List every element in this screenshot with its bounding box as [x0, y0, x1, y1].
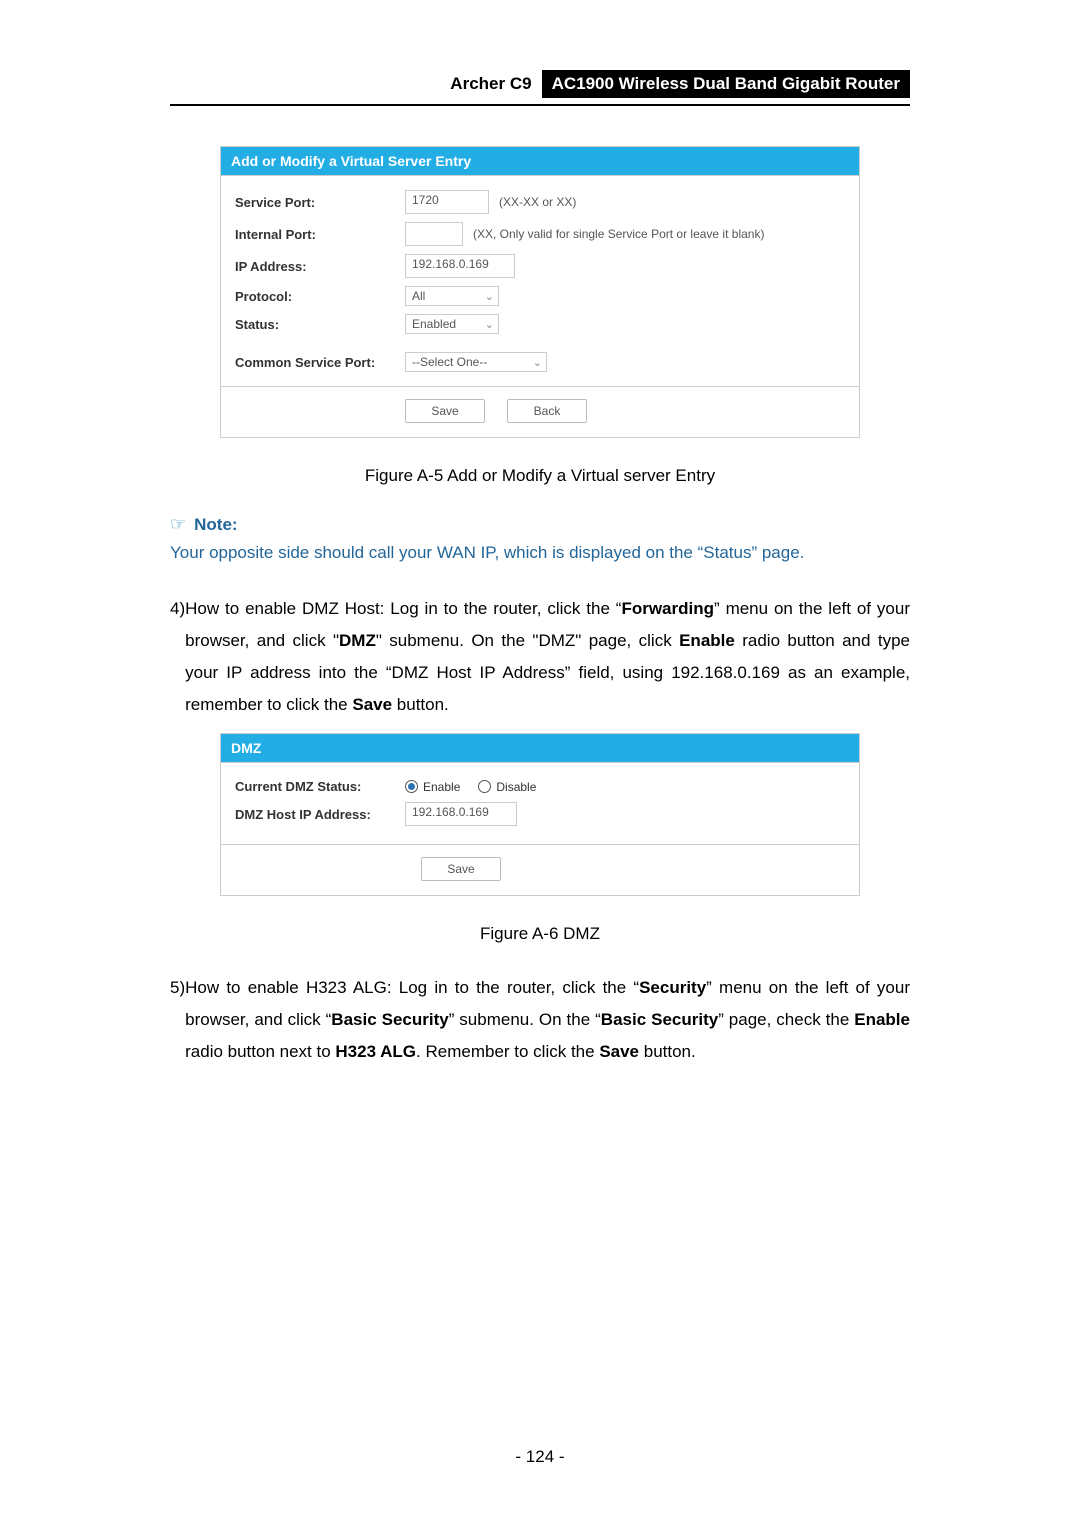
step-5: 5) How to enable H323 ALG: Log in to the… [170, 972, 910, 1068]
dmz-panel: DMZ Current DMZ Status: Enable Disable D… [220, 733, 860, 896]
step-number: 5) [170, 972, 185, 1004]
service-port-input[interactable]: 1720 [405, 190, 489, 214]
service-port-hint: (XX-XX or XX) [499, 195, 576, 209]
enable-radio[interactable] [405, 780, 418, 793]
figure-caption-a5: Figure A-5 Add or Modify a Virtual serve… [170, 466, 910, 486]
common-service-port-label: Common Service Port: [235, 355, 405, 370]
dmz-host-label: DMZ Host IP Address: [235, 807, 405, 822]
protocol-select[interactable]: All ⌄ [405, 286, 499, 306]
note-row: ☞ Note: [170, 514, 910, 535]
internal-port-hint: (XX, Only valid for single Service Port … [473, 227, 764, 241]
step-4: 4) How to enable DMZ Host: Log in to the… [170, 593, 910, 721]
dmz-save-button[interactable]: Save [421, 857, 501, 881]
dmz-panel-footer: Save [221, 844, 859, 895]
dmz-panel-title: DMZ [221, 734, 859, 762]
note-text: Your opposite side should call your WAN … [170, 543, 910, 563]
product-title: AC1900 Wireless Dual Band Gigabit Router [542, 70, 910, 98]
step-4-text: How to enable DMZ Host: Log in to the ro… [185, 593, 910, 721]
dmz-host-input[interactable]: 192.168.0.169 [405, 802, 517, 826]
chevron-down-icon: ⌄ [485, 318, 494, 331]
ip-address-label: IP Address: [235, 259, 405, 274]
enable-radio-label: Enable [423, 780, 460, 794]
model-label: Archer C9 [450, 74, 541, 94]
status-value: Enabled [412, 317, 456, 331]
common-service-port-value: --Select One-- [412, 355, 487, 369]
chevron-down-icon: ⌄ [533, 356, 542, 369]
protocol-value: All [412, 289, 425, 303]
common-service-port-select[interactable]: --Select One-- ⌄ [405, 352, 547, 372]
page-number: - 124 - [0, 1447, 1080, 1467]
panel-body: Service Port: 1720 (XX-XX or XX) Interna… [221, 176, 859, 386]
status-label: Status: [235, 317, 405, 332]
pointing-hand-icon: ☞ [170, 514, 186, 535]
dmz-status-label: Current DMZ Status: [235, 779, 405, 794]
chevron-down-icon: ⌄ [485, 290, 494, 303]
protocol-label: Protocol: [235, 289, 405, 304]
back-button[interactable]: Back [507, 399, 587, 423]
panel-title: Add or Modify a Virtual Server Entry [221, 147, 859, 175]
figure-caption-a6: Figure A-6 DMZ [170, 924, 910, 944]
internal-port-label: Internal Port: [235, 227, 405, 242]
dmz-form: Current DMZ Status: Enable Disable DMZ H… [221, 763, 859, 844]
service-port-label: Service Port: [235, 195, 405, 210]
disable-radio-label: Disable [496, 780, 536, 794]
ip-address-input[interactable]: 192.168.0.169 [405, 254, 515, 278]
step-number: 4) [170, 593, 185, 625]
disable-radio[interactable] [478, 780, 491, 793]
note-label: Note: [194, 515, 237, 535]
status-select[interactable]: Enabled ⌄ [405, 314, 499, 334]
virtual-server-panel: Add or Modify a Virtual Server Entry Ser… [220, 146, 860, 438]
page-header: Archer C9 AC1900 Wireless Dual Band Giga… [170, 70, 910, 106]
step-5-text: How to enable H323 ALG: Log in to the ro… [185, 972, 910, 1068]
panel-footer: Save Back [221, 386, 859, 437]
internal-port-input[interactable] [405, 222, 463, 246]
save-button[interactable]: Save [405, 399, 485, 423]
